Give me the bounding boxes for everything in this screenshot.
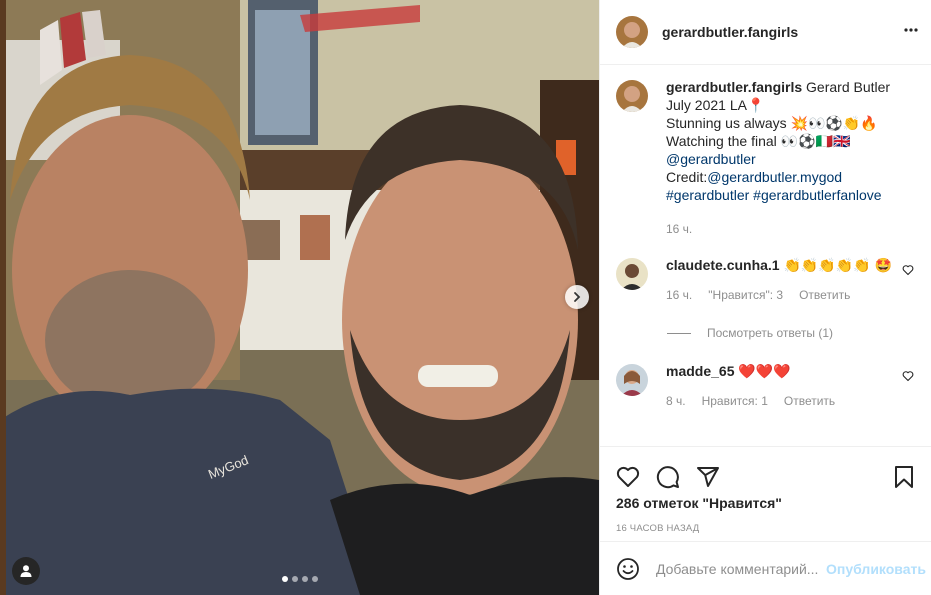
view-replies-button[interactable]: Посмотреть ответы (1)	[667, 326, 931, 340]
comments-list[interactable]: gerardbutler.fangirls Gerard Butler July…	[600, 78, 931, 446]
comment-time[interactable]: 16 ч.	[666, 286, 692, 304]
chevron-right-icon	[574, 292, 581, 302]
avatar-image	[616, 16, 648, 48]
caption-avatar[interactable]	[616, 80, 648, 112]
carousel-dot-active	[282, 576, 288, 582]
commenter-avatar[interactable]	[616, 258, 648, 290]
tagged-users-button[interactable]	[12, 557, 40, 585]
carousel-dot	[312, 576, 318, 582]
commenter-avatar[interactable]	[616, 364, 648, 396]
author-avatar[interactable]	[616, 16, 648, 48]
photo-scene	[0, 0, 599, 595]
comment-likes[interactable]: "Нравится": 3	[708, 286, 783, 304]
comment-username[interactable]: madde_65	[666, 363, 734, 379]
comment-text: ❤️❤️❤️	[738, 363, 791, 379]
replies-divider	[667, 332, 691, 334]
avatar-image	[616, 364, 648, 396]
reply-button[interactable]: Ответить	[799, 286, 850, 304]
next-photo-button[interactable]	[565, 285, 589, 309]
instagram-post: MyGod gerardbutler.fangirls gerardbutler…	[0, 0, 931, 595]
more-horizontal-icon[interactable]	[903, 22, 919, 38]
hashtag-link[interactable]: #gerardbutlerfanlove	[753, 187, 881, 203]
carousel-dot	[292, 576, 298, 582]
carousel-dot	[302, 576, 308, 582]
post-header: gerardbutler.fangirls	[600, 0, 931, 65]
author-username[interactable]: gerardbutler.fangirls	[662, 24, 798, 40]
comment-username[interactable]: claudete.cunha.1	[666, 257, 780, 273]
credit-label: Credit:	[666, 169, 708, 185]
reply-button[interactable]: Ответить	[784, 392, 835, 410]
hashtag-link[interactable]: #gerardbutler	[666, 187, 749, 203]
credit-link[interactable]: @gerardbutler.mygod	[707, 169, 842, 185]
comment-meta: 16 ч. "Нравится": 3 Ответить	[666, 286, 911, 304]
carousel-indicator	[282, 576, 318, 582]
comment-time[interactable]: 8 ч.	[666, 392, 686, 410]
comment-body: claudete.cunha.1 👏👏👏👏👏 🤩 16 ч. "Нравится…	[666, 256, 911, 304]
post-actions: 286 отметок "Нравится" 16 часов назад	[600, 446, 931, 534]
comment-item: claudete.cunha.1 👏👏👏👏👏 🤩 16 ч. "Нравится…	[600, 256, 931, 304]
post-caption: gerardbutler.fangirls Gerard Butler July…	[600, 78, 931, 238]
post-side-panel: gerardbutler.fangirls gerardbutler.fangi…	[599, 0, 931, 595]
post-timestamp[interactable]: 16 часов назад	[600, 523, 931, 534]
post-comment-button[interactable]: Опубликовать	[826, 561, 926, 577]
comment-meta: 8 ч. Нравится: 1 Ответить	[666, 392, 911, 410]
heart-outline-icon[interactable]	[902, 264, 914, 276]
likes-count[interactable]: 286 отметок "Нравится"	[600, 495, 931, 511]
comment-text: 👏👏👏👏👏 🤩	[783, 257, 892, 273]
post-photo[interactable]: MyGod	[0, 0, 599, 595]
caption-meta: 16 ч.	[666, 220, 911, 238]
add-comment-input[interactable]	[656, 560, 824, 577]
bookmark-icon[interactable]	[892, 465, 916, 489]
comment-likes[interactable]: Нравится: 1	[702, 392, 768, 410]
emoji-icon[interactable]	[616, 557, 640, 581]
caption-line2: Stunning us always 💥👀⚽👏🔥	[666, 115, 878, 131]
caption-line3: Watching the final 👀⚽🇮🇹🇬🇧	[666, 133, 851, 149]
caption-username[interactable]: gerardbutler.fangirls	[666, 79, 802, 95]
avatar-image	[616, 258, 648, 290]
comment-item: madde_65 ❤️❤️❤️ 8 ч. Нравится: 1 Ответит…	[600, 362, 931, 410]
user-icon	[20, 565, 32, 577]
view-replies-label[interactable]: Посмотреть ответы (1)	[707, 326, 833, 340]
mention-link[interactable]: @gerardbutler	[666, 151, 756, 167]
caption-body: gerardbutler.fangirls Gerard Butler July…	[666, 78, 911, 238]
heart-outline-icon[interactable]	[902, 370, 914, 382]
caption-time[interactable]: 16 ч.	[666, 220, 692, 238]
comment-icon[interactable]	[656, 465, 680, 489]
share-icon[interactable]	[696, 465, 720, 489]
action-icons	[600, 447, 931, 495]
like-heart-icon[interactable]	[616, 465, 640, 489]
avatar-image	[616, 80, 648, 112]
comment-body: madde_65 ❤️❤️❤️ 8 ч. Нравится: 1 Ответит…	[666, 362, 911, 410]
add-comment-bar: Опубликовать	[600, 541, 931, 595]
